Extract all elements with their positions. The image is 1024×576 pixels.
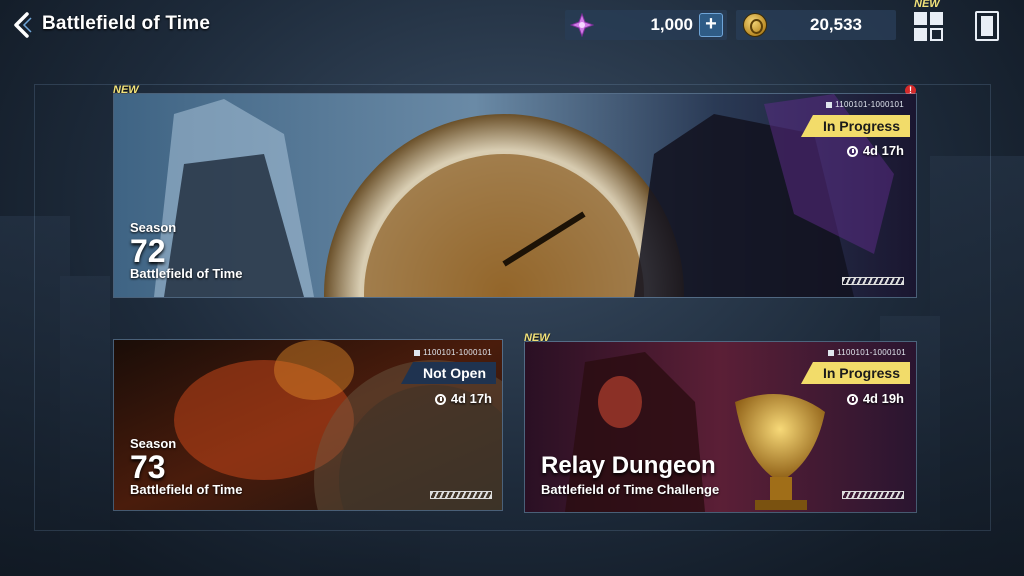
card-subtitle: Battlefield of Time [130,266,243,281]
menu-grid-icon[interactable] [914,12,944,42]
gem-count: 1,000 [650,15,693,34]
coin-count: 20,533 [810,15,862,34]
page-title: Battlefield of Time [42,13,211,34]
top-bar: Battlefield of Time 1,000 + 20,533 NEW [0,0,1024,52]
status-badge: Not Open [401,362,496,384]
clock-icon [846,146,858,157]
back-arrow-icon[interactable] [10,11,34,39]
stripe-decoration [842,277,904,285]
stripe-decoration [430,491,492,499]
season-number: 73 [130,449,166,485]
purple-crystal-icon [570,13,594,37]
relay-dungeon-card[interactable]: 1100101-1000101 In Progress 4d 19h Relay… [524,341,917,513]
clock-icon [434,394,446,405]
clock-icon [846,394,858,405]
status-badge: In Progress [800,115,910,137]
gold-coin-icon [743,13,767,37]
season-number: 72 [130,233,166,269]
season-73-card[interactable]: 1100101-1000101 Not Open 4d 17h Season 7… [113,339,503,511]
countdown-timer: 4d 17h [434,391,492,406]
countdown-timer: 4d 17h [846,143,904,158]
menu-new-badge: NEW [914,0,940,10]
season-code: 1100101-1000101 [414,348,492,357]
stripe-decoration [842,491,904,499]
card-title: Relay Dungeon [541,452,716,479]
card-subtitle: Battlefield of Time Challenge [541,482,720,497]
timer-text: 4d 19h [862,391,904,406]
exit-door-icon[interactable] [975,11,999,41]
season-code: 1100101-1000101 [826,100,904,109]
timer-text: 4d 17h [450,391,492,406]
add-gems-button[interactable]: + [699,13,723,37]
card-subtitle: Battlefield of Time [130,482,243,497]
timer-text: 4d 17h [862,143,904,158]
coin-counter: 20,533 [736,10,896,40]
status-badge: In Progress [800,362,910,384]
event-code: 1100101-1000101 [828,348,906,357]
gem-counter: 1,000 + [565,10,727,40]
countdown-timer: 4d 19h [846,391,904,406]
season-72-card[interactable]: 1100101-1000101 In Progress 4d 17h Seaso… [113,93,917,298]
